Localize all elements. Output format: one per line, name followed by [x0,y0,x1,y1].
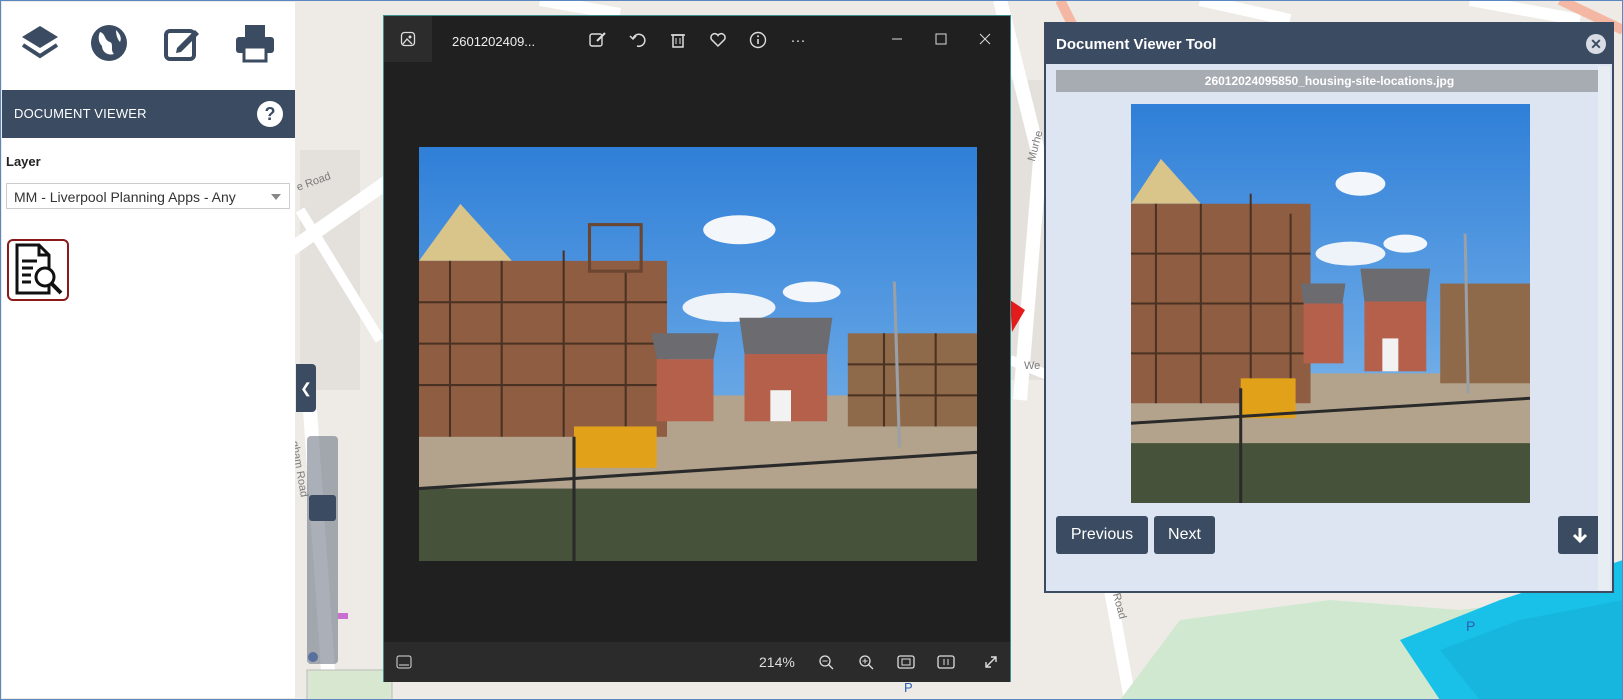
document-file-name: 26012024095850_housing-site-locations.jp… [1056,70,1603,92]
layer-select[interactable]: MM - Liverpool Planning Apps - Any [6,183,290,209]
document-image[interactable] [1131,104,1530,503]
minimize-button[interactable] [875,24,919,54]
globe-icon[interactable] [84,18,134,68]
close-button[interactable] [963,24,1007,54]
parking-label: P [904,680,913,695]
filmstrip-icon[interactable] [394,652,414,672]
info-icon[interactable] [747,29,769,51]
download-icon [1572,528,1588,544]
more-icon[interactable]: ··· [787,29,809,51]
parking-label: P [1466,618,1476,634]
download-button[interactable] [1558,516,1602,554]
zoom-in-icon[interactable] [856,652,876,672]
toolbar [2,2,295,88]
map-zoom-slider[interactable] [307,436,338,664]
sidebar: DOCUMENT VIEWER ? Layer MM - Liverpool P… [2,2,295,698]
photo-image[interactable] [419,147,977,561]
document-search-button[interactable] [7,239,69,301]
edit-image-icon[interactable] [587,29,609,51]
maximize-button[interactable] [919,24,963,54]
document-viewer-header: DOCUMENT VIEWER ? [2,90,295,138]
fit-icon[interactable] [896,652,916,672]
help-button[interactable]: ? [257,101,283,127]
close-icon[interactable]: ✕ [1586,34,1606,54]
document-viewer-tool-title: Document Viewer Tool [1056,36,1217,53]
favorite-icon[interactable] [707,29,729,51]
document-search-icon [15,243,63,295]
street-label: We [1024,360,1041,372]
photos-bottom-bar: 214% [384,642,1010,682]
zoom-out-icon[interactable] [816,652,836,672]
layers-icon[interactable] [15,18,65,68]
print-icon[interactable] [230,18,280,68]
zoom-level: 214% [759,654,795,670]
layer-select-value: MM - Liverpool Planning Apps - Any [14,189,236,205]
photos-app-icon [384,16,432,62]
fullscreen-icon[interactable] [981,652,1001,672]
collapse-panel-button[interactable]: ❮ [296,364,316,412]
document-viewer-tool: Document Viewer Tool ✕ 26012024095850_ho… [1044,22,1614,593]
rotate-icon[interactable] [627,29,649,51]
document-viewer-tool-header: Document Viewer Tool ✕ [1046,24,1612,64]
chevron-down-icon [271,194,281,200]
photos-window: 2601202409... ··· 214% [383,15,1011,682]
next-button[interactable]: Next [1154,516,1215,554]
panel-title: DOCUMENT VIEWER [14,106,147,121]
layer-label: Layer [6,154,41,169]
delete-icon[interactable] [667,29,689,51]
previous-button[interactable]: Previous [1056,516,1148,554]
edit-icon[interactable] [157,18,207,68]
document-viewer-scrollbar[interactable] [1598,66,1610,591]
actual-size-icon[interactable] [936,652,956,672]
photo-file-name: 2601202409... [452,34,536,49]
map-zoom-thumb[interactable] [309,495,336,521]
photos-titlebar: 2601202409... ··· [384,16,1010,62]
